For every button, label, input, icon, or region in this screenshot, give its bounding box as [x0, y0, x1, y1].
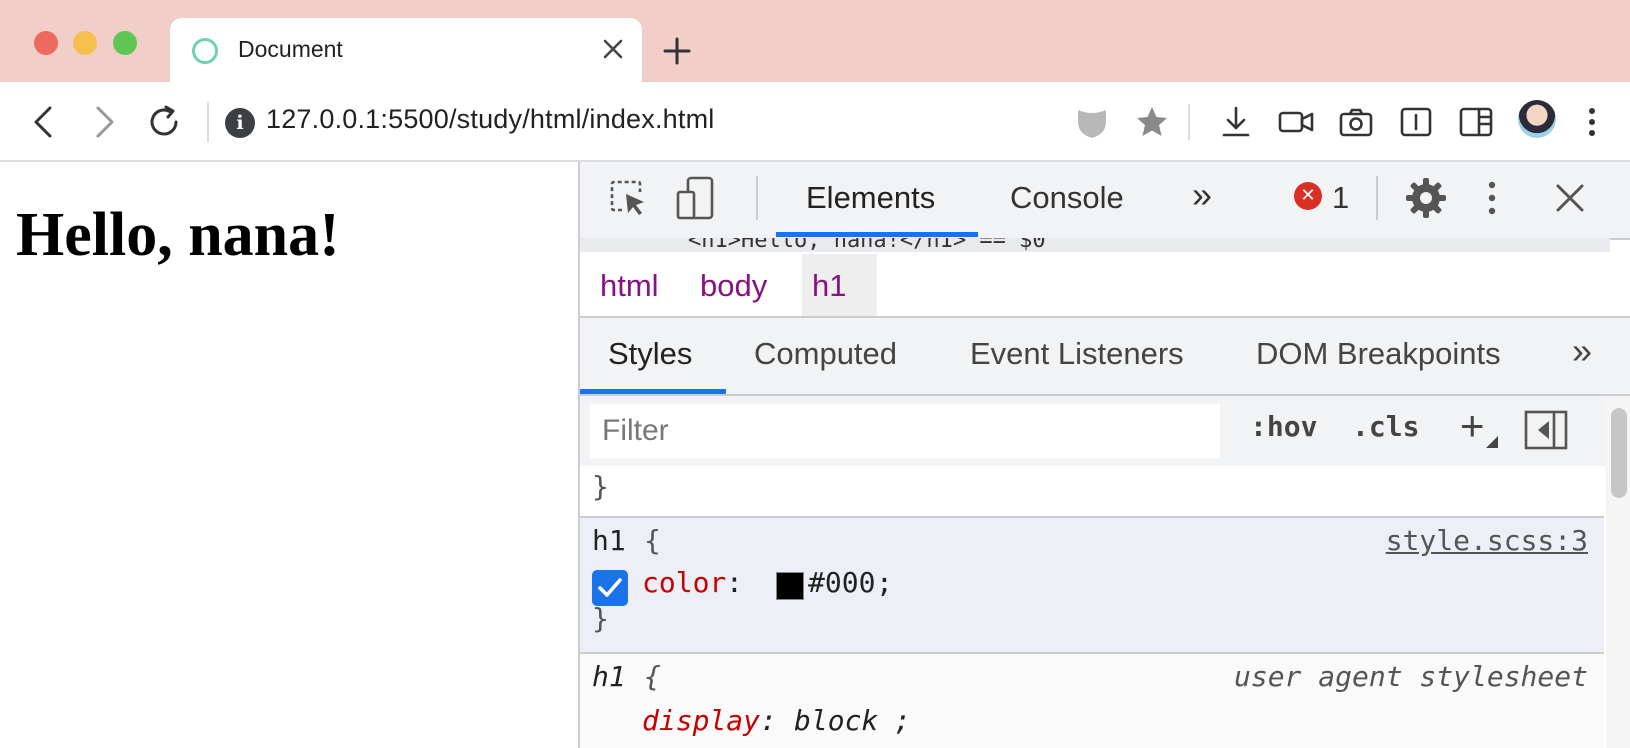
- rule-open-brace: {: [644, 524, 661, 557]
- browser-tab[interactable]: Document: [170, 18, 642, 82]
- camera-icon[interactable]: [1336, 102, 1376, 142]
- filter-input[interactable]: [590, 404, 1214, 458]
- active-subtab-indicator: [580, 389, 726, 394]
- forward-icon[interactable]: [84, 102, 124, 142]
- semicolon: ;: [876, 566, 893, 599]
- customize-menu-icon[interactable]: [1480, 176, 1504, 220]
- devtools-toolbar: Elements Console » ✕ 1: [580, 162, 1630, 240]
- css-property-name: display: [642, 704, 761, 737]
- filter-box: [590, 404, 1220, 458]
- styles-scrollbar[interactable]: [1606, 396, 1630, 748]
- cls-toggle-button[interactable]: .cls: [1352, 410, 1419, 443]
- css-property-value: block: [794, 704, 879, 737]
- new-tab-icon[interactable]: [660, 34, 694, 68]
- divider: [207, 102, 209, 142]
- rule-source-label: user agent stylesheet: [1233, 660, 1588, 693]
- colon: :: [760, 704, 777, 737]
- side-panel-icon[interactable]: [1456, 102, 1496, 142]
- profile-avatar[interactable]: [1518, 100, 1556, 138]
- checkmark-icon: [598, 578, 622, 597]
- tab-console[interactable]: Console: [1010, 180, 1124, 216]
- dom-node-text: <h1>Hello, nana!</h1> == $0: [688, 238, 1046, 252]
- rule-close-brace: }: [592, 602, 609, 635]
- style-rule-user-agent: h1 { user agent stylesheet display : blo…: [580, 654, 1604, 748]
- property-checkbox[interactable]: [592, 570, 628, 606]
- style-rule-author: h1 { style.scss:3 color : #000 ; }: [580, 518, 1604, 654]
- site-info-icon[interactable]: i: [225, 108, 255, 138]
- dom-ellipsis[interactable]: •••: [590, 238, 630, 249]
- rule-source-link[interactable]: style.scss:3: [1386, 524, 1588, 557]
- css-property-value[interactable]: #000: [808, 566, 875, 599]
- browser-toolbar: i 127.0.0.1:5500/study/html/index.html: [0, 82, 1630, 162]
- breadcrumb-h1[interactable]: h1: [812, 268, 846, 304]
- reload-icon[interactable]: [144, 102, 184, 142]
- semicolon: ;: [894, 704, 911, 737]
- breadcrumb-html[interactable]: html: [600, 268, 659, 304]
- download-icon[interactable]: [1216, 102, 1256, 142]
- error-count[interactable]: 1: [1332, 180, 1349, 216]
- tab-event-listeners[interactable]: Event Listeners: [970, 336, 1184, 372]
- tab-title: Document: [238, 36, 343, 62]
- back-icon[interactable]: [24, 102, 64, 142]
- favicon-icon: [192, 38, 218, 64]
- scrollbar-thumb[interactable]: [1611, 408, 1627, 498]
- settings-gear-icon[interactable]: [1404, 176, 1448, 220]
- color-swatch[interactable]: [776, 572, 804, 600]
- rule-open-brace: {: [644, 660, 661, 693]
- tab-close-icon[interactable]: [598, 34, 628, 64]
- more-tabs-button[interactable]: »: [1192, 174, 1212, 216]
- devtools-panel: Elements Console » ✕ 1 ••• <h1>Hello, na…: [578, 162, 1630, 748]
- corner-triangle-icon: [1486, 436, 1498, 448]
- dom-tree-selected-line[interactable]: ••• <h1>Hello, nana!</h1> == $0: [580, 238, 1610, 252]
- device-toolbar-icon[interactable]: [672, 174, 720, 222]
- styles-filter-bar: :hov .cls +: [580, 396, 1608, 466]
- more-menu-icon[interactable]: [1572, 102, 1612, 142]
- styles-subtabs: Styles Computed Event Listeners DOM Brea…: [580, 318, 1630, 396]
- breadcrumb-body[interactable]: body: [700, 268, 767, 304]
- rule-close-brace: }: [592, 470, 609, 503]
- toggle-sidebar-icon[interactable]: [1524, 410, 1568, 450]
- address-bar[interactable]: 127.0.0.1:5500/study/html/index.html: [266, 104, 714, 135]
- error-icon[interactable]: ✕: [1294, 182, 1322, 210]
- rule-selector: h1: [592, 660, 626, 693]
- tab-strip: Document: [0, 0, 1630, 82]
- tab-computed[interactable]: Computed: [754, 336, 897, 372]
- tab-styles[interactable]: Styles: [608, 336, 692, 372]
- style-rule-previous: }: [580, 468, 1604, 518]
- breadcrumb: html body h1: [580, 254, 1630, 318]
- video-camera-icon[interactable]: [1276, 102, 1316, 142]
- minimize-window-button[interactable]: [73, 31, 97, 55]
- divider: [1188, 104, 1190, 140]
- zoom-window-button[interactable]: [113, 31, 137, 55]
- close-window-button[interactable]: [34, 31, 58, 55]
- css-property-name[interactable]: color: [642, 566, 726, 599]
- extension-shield-icon[interactable]: [1072, 102, 1112, 142]
- rule-selector[interactable]: h1: [592, 524, 626, 557]
- hov-toggle-button[interactable]: :hov: [1250, 410, 1317, 443]
- divider: [1376, 176, 1378, 220]
- page-heading: Hello, nana!: [16, 201, 340, 269]
- tab-elements[interactable]: Elements: [806, 180, 935, 216]
- new-style-rule-button[interactable]: +: [1460, 402, 1485, 450]
- close-devtools-icon[interactable]: [1550, 178, 1590, 218]
- tab-dom-breakpoints[interactable]: DOM Breakpoints: [1256, 336, 1501, 372]
- colon: :: [726, 566, 743, 599]
- divider: [756, 176, 758, 220]
- more-subtabs-button[interactable]: »: [1572, 330, 1592, 372]
- active-tab-indicator: [776, 232, 978, 237]
- bookmark-star-icon[interactable]: [1132, 102, 1172, 142]
- inspect-element-icon[interactable]: [606, 176, 650, 220]
- reader-mode-icon[interactable]: [1396, 102, 1436, 142]
